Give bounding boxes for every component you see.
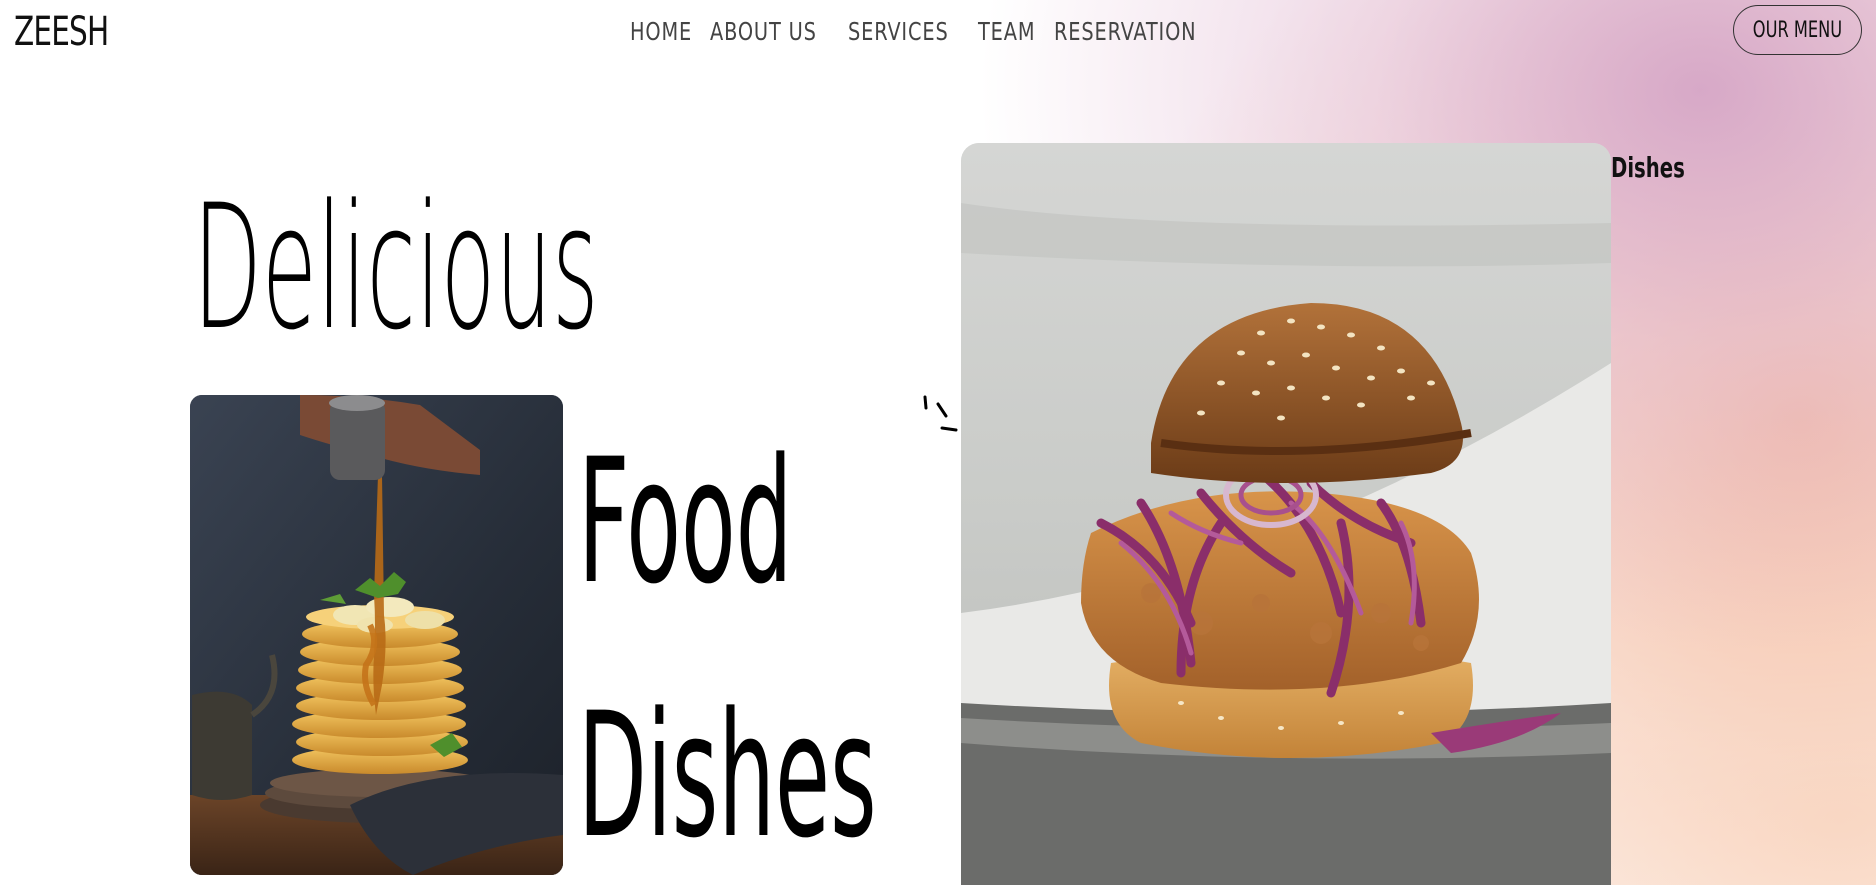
dishes-label: Dishes: [1611, 151, 1685, 184]
navbar: ZEESH HOME ABOUT US SERVICES TEAM RESERV…: [0, 0, 1876, 66]
nav-links: HOME ABOUT US SERVICES TEAM RESERVATION: [630, 14, 1204, 50]
our-menu-button-label: OUR MENU: [1752, 17, 1843, 43]
nav-link-services[interactable]: SERVICES: [848, 14, 960, 50]
nav-link-team[interactable]: TEAM: [978, 14, 1052, 50]
nav-link-about-us[interactable]: ABOUT US: [710, 14, 827, 50]
burger-image: [961, 143, 1611, 885]
our-menu-button[interactable]: OUR MENU: [1733, 5, 1862, 55]
sparkle-icon: [923, 395, 958, 432]
nav-link-home[interactable]: HOME: [630, 14, 702, 50]
logo[interactable]: ZEESH: [14, 6, 109, 58]
pancake-image: [190, 395, 563, 875]
hero-word-dishes: Dishes: [578, 675, 877, 876]
hero-word-food: Food: [578, 421, 793, 622]
hero-word-delicious: Delicious: [193, 167, 599, 368]
nav-link-reservation[interactable]: RESERVATION: [1054, 14, 1196, 50]
